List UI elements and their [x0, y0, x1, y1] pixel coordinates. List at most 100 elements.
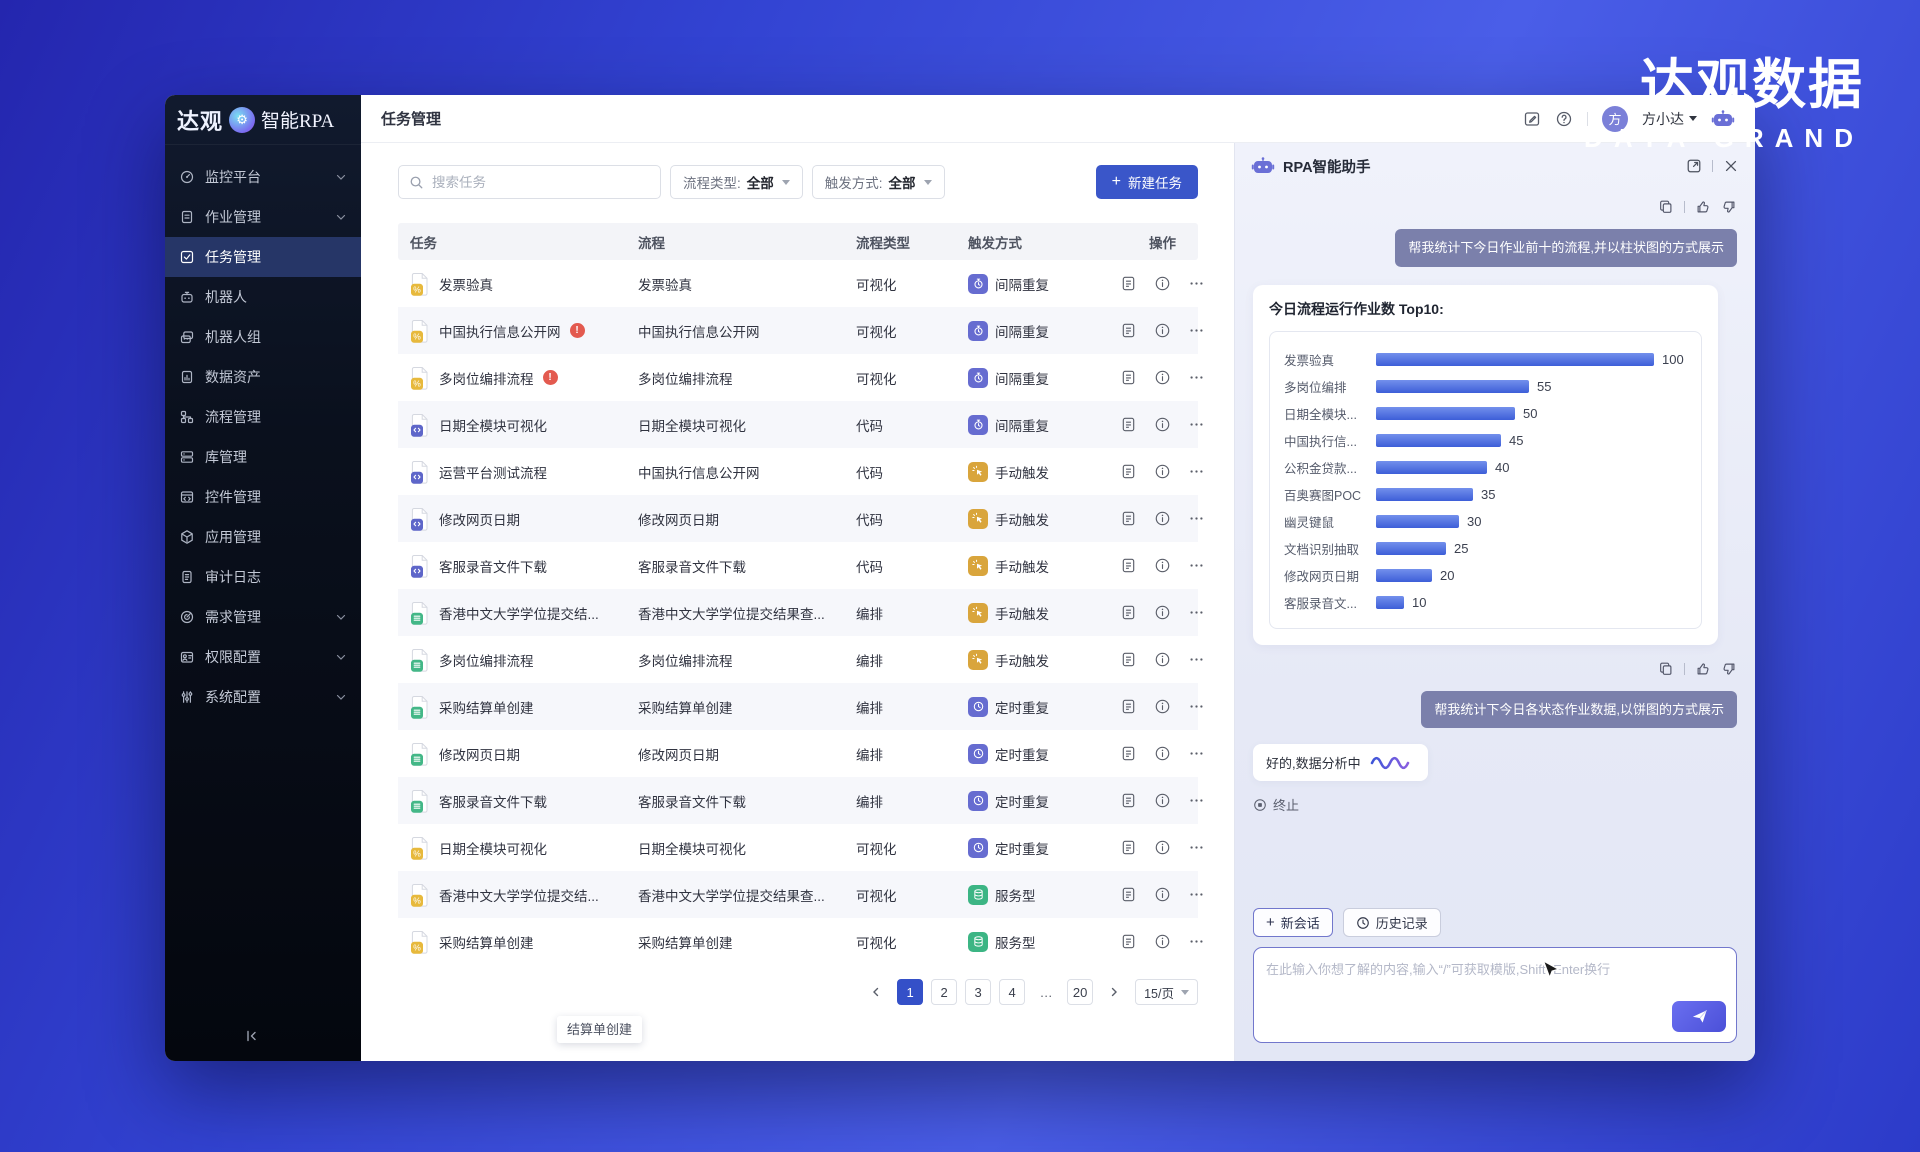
info-icon[interactable]: [1154, 933, 1171, 950]
more-icon[interactable]: [1188, 839, 1205, 856]
thumbs-up-icon[interactable]: [1695, 199, 1711, 215]
log-icon[interactable]: [1120, 839, 1137, 856]
sidebar-item-widgets[interactable]: 控件管理: [165, 477, 361, 517]
log-icon[interactable]: [1120, 792, 1137, 809]
more-icon[interactable]: [1188, 369, 1205, 386]
page-size-select[interactable]: 15/页: [1135, 979, 1198, 1005]
copy-icon[interactable]: [1658, 661, 1674, 677]
more-icon[interactable]: [1188, 510, 1205, 527]
log-icon[interactable]: [1120, 698, 1137, 715]
send-button[interactable]: [1672, 1001, 1726, 1032]
table-row[interactable]: 日期全模块可视化日期全模块可视化代码间隔重复: [398, 401, 1198, 448]
table-row[interactable]: 香港中文大学学位提交结...香港中文大学学位提交结果查...编排手动触发: [398, 589, 1198, 636]
log-icon[interactable]: [1120, 933, 1137, 950]
info-icon[interactable]: [1154, 275, 1171, 292]
log-icon[interactable]: [1120, 886, 1137, 903]
expand-icon[interactable]: [1686, 158, 1702, 174]
table-row[interactable]: %采购结算单创建采购结算单创建可视化服务型: [398, 918, 1198, 965]
log-icon[interactable]: [1120, 651, 1137, 668]
table-row[interactable]: %多岗位编排流程!多岗位编排流程可视化间隔重复: [398, 354, 1198, 401]
table-row[interactable]: 运营平台测试流程中国执行信息公开网代码手动触发: [398, 448, 1198, 495]
info-icon[interactable]: [1154, 416, 1171, 433]
table-row[interactable]: 多岗位编排流程多岗位编排流程编排手动触发: [398, 636, 1198, 683]
more-icon[interactable]: [1188, 886, 1205, 903]
more-icon[interactable]: [1188, 557, 1205, 574]
sidebar-item-tasks[interactable]: 任务管理: [165, 237, 361, 277]
prev-page-icon[interactable]: [863, 979, 889, 1005]
page-button[interactable]: 2: [931, 979, 957, 1005]
history-button[interactable]: 历史记录: [1343, 908, 1441, 937]
more-icon[interactable]: [1188, 933, 1205, 950]
log-icon[interactable]: [1120, 275, 1137, 292]
log-icon[interactable]: [1120, 463, 1137, 480]
sidebar-item-audit[interactable]: 审计日志: [165, 557, 361, 597]
table-row[interactable]: %香港中文大学学位提交结...香港中文大学学位提交结果查...可视化服务型: [398, 871, 1198, 918]
more-icon[interactable]: [1188, 745, 1205, 762]
log-icon[interactable]: [1120, 510, 1137, 527]
table-row[interactable]: 客服录音文件下载客服录音文件下载代码手动触发: [398, 542, 1198, 589]
close-icon[interactable]: [1723, 158, 1739, 174]
more-icon[interactable]: [1188, 604, 1205, 621]
info-icon[interactable]: [1154, 510, 1171, 527]
sidebar-item-monitor[interactable]: 监控平台: [165, 157, 361, 197]
info-icon[interactable]: [1154, 463, 1171, 480]
more-icon[interactable]: [1188, 416, 1205, 433]
search-box[interactable]: [398, 165, 661, 199]
more-icon[interactable]: [1188, 698, 1205, 715]
sidebar-item-demand[interactable]: 需求管理: [165, 597, 361, 637]
sidebar-item-robot[interactable]: 机器人: [165, 277, 361, 317]
new-session-button[interactable]: + 新会话: [1253, 908, 1333, 937]
info-icon[interactable]: [1154, 886, 1171, 903]
more-icon[interactable]: [1188, 792, 1205, 809]
info-icon[interactable]: [1154, 745, 1171, 762]
filter-trigger-type[interactable]: 触发方式: 全部: [812, 165, 945, 199]
info-icon[interactable]: [1154, 698, 1171, 715]
table-row[interactable]: %发票验真发票验真可视化间隔重复: [398, 260, 1198, 307]
info-icon[interactable]: [1154, 604, 1171, 621]
log-icon[interactable]: [1120, 557, 1137, 574]
table-row[interactable]: 修改网页日期修改网页日期编排定时重复: [398, 730, 1198, 777]
thumbs-down-icon[interactable]: [1721, 199, 1737, 215]
log-icon[interactable]: [1120, 322, 1137, 339]
log-icon[interactable]: [1120, 369, 1137, 386]
next-page-icon[interactable]: [1101, 979, 1127, 1005]
new-task-button[interactable]: + 新建任务: [1096, 165, 1198, 199]
log-icon[interactable]: [1120, 604, 1137, 621]
sidebar-item-jobs[interactable]: 作业管理: [165, 197, 361, 237]
more-icon[interactable]: [1188, 275, 1205, 292]
table-row[interactable]: 修改网页日期修改网页日期代码手动触发: [398, 495, 1198, 542]
table-row[interactable]: 客服录音文件下载客服录音文件下载编排定时重复: [398, 777, 1198, 824]
more-icon[interactable]: [1188, 322, 1205, 339]
chat-input[interactable]: [1266, 959, 1724, 1009]
more-icon[interactable]: [1188, 463, 1205, 480]
sidebar-item-permission[interactable]: 权限配置: [165, 637, 361, 677]
search-input[interactable]: [432, 175, 632, 190]
sidebar-collapse-icon[interactable]: [243, 1028, 259, 1049]
sidebar-item-apps[interactable]: 应用管理: [165, 517, 361, 557]
thumbs-up-icon[interactable]: [1695, 661, 1711, 677]
page-button[interactable]: 3: [965, 979, 991, 1005]
info-icon[interactable]: [1154, 792, 1171, 809]
release-note-icon[interactable]: [1523, 110, 1541, 128]
page-button[interactable]: 4: [999, 979, 1025, 1005]
sidebar-item-robot-group[interactable]: 机器人组: [165, 317, 361, 357]
thumbs-down-icon[interactable]: [1721, 661, 1737, 677]
table-row[interactable]: 采购结算单创建采购结算单创建编排定时重复: [398, 683, 1198, 730]
sidebar-item-data-asset[interactable]: 数据资产: [165, 357, 361, 397]
sidebar-item-flow[interactable]: 流程管理: [165, 397, 361, 437]
page-button[interactable]: 1: [897, 979, 923, 1005]
info-icon[interactable]: [1154, 322, 1171, 339]
copy-icon[interactable]: [1658, 199, 1674, 215]
page-button[interactable]: 20: [1067, 979, 1093, 1005]
filter-flow-type[interactable]: 流程类型: 全部: [670, 165, 803, 199]
log-icon[interactable]: [1120, 416, 1137, 433]
stop-button[interactable]: 终止: [1253, 795, 1737, 814]
info-icon[interactable]: [1154, 839, 1171, 856]
info-icon[interactable]: [1154, 651, 1171, 668]
sidebar-item-library[interactable]: 库管理: [165, 437, 361, 477]
chat-input-box[interactable]: [1253, 947, 1737, 1043]
table-row[interactable]: %中国执行信息公开网!中国执行信息公开网可视化间隔重复: [398, 307, 1198, 354]
info-icon[interactable]: [1154, 557, 1171, 574]
info-icon[interactable]: [1154, 369, 1171, 386]
help-icon[interactable]: [1555, 110, 1573, 128]
